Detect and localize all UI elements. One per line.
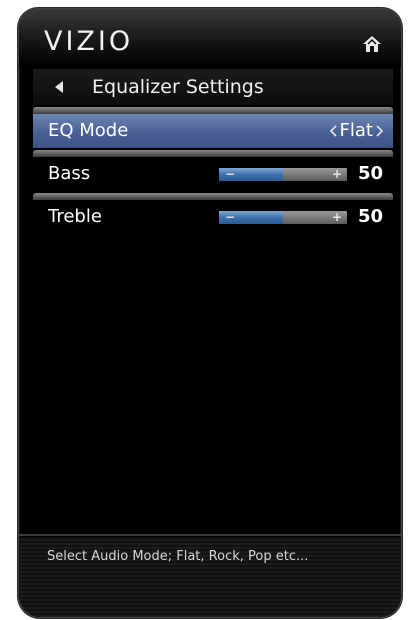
help-text: Select Audio Mode; Flat, Rock, Pop etc..… <box>47 549 309 564</box>
treble-value: 50 <box>357 206 383 227</box>
tv-menu-panel: VIZIO Equalizer Settings EQ Mode Flat Ba… <box>18 8 402 618</box>
bass-row[interactable]: Bass − + 50 <box>33 157 393 191</box>
plus-icon: + <box>331 167 342 181</box>
treble-row[interactable]: Treble − + 50 <box>33 200 393 234</box>
vizio-logo: VIZIO <box>44 26 134 57</box>
eq-mode-label: EQ Mode <box>48 120 129 141</box>
row-divider <box>33 193 393 200</box>
plus-icon: + <box>331 210 342 224</box>
chevron-right-icon[interactable] <box>376 125 383 137</box>
menu-title-bar: Equalizer Settings <box>33 69 393 105</box>
eq-mode-row[interactable]: EQ Mode Flat <box>33 114 393 148</box>
eq-mode-selector[interactable]: Flat <box>329 119 383 143</box>
minus-icon: − <box>225 167 236 181</box>
home-icon[interactable] <box>362 35 382 53</box>
bass-value: 50 <box>357 163 383 184</box>
bass-slider[interactable]: − + <box>219 168 347 181</box>
minus-icon: − <box>225 210 236 224</box>
menu-title: Equalizer Settings <box>92 76 264 98</box>
help-divider <box>19 534 401 536</box>
treble-label: Treble <box>48 206 102 227</box>
back-arrow-icon[interactable] <box>55 81 64 93</box>
bass-label: Bass <box>48 163 91 184</box>
menu-header: VIZIO <box>19 9 401 67</box>
eq-mode-value: Flat <box>339 120 373 141</box>
row-divider <box>33 150 393 157</box>
row-divider <box>33 107 393 114</box>
chevron-left-icon[interactable] <box>329 125 337 137</box>
treble-slider[interactable]: − + <box>219 211 347 224</box>
